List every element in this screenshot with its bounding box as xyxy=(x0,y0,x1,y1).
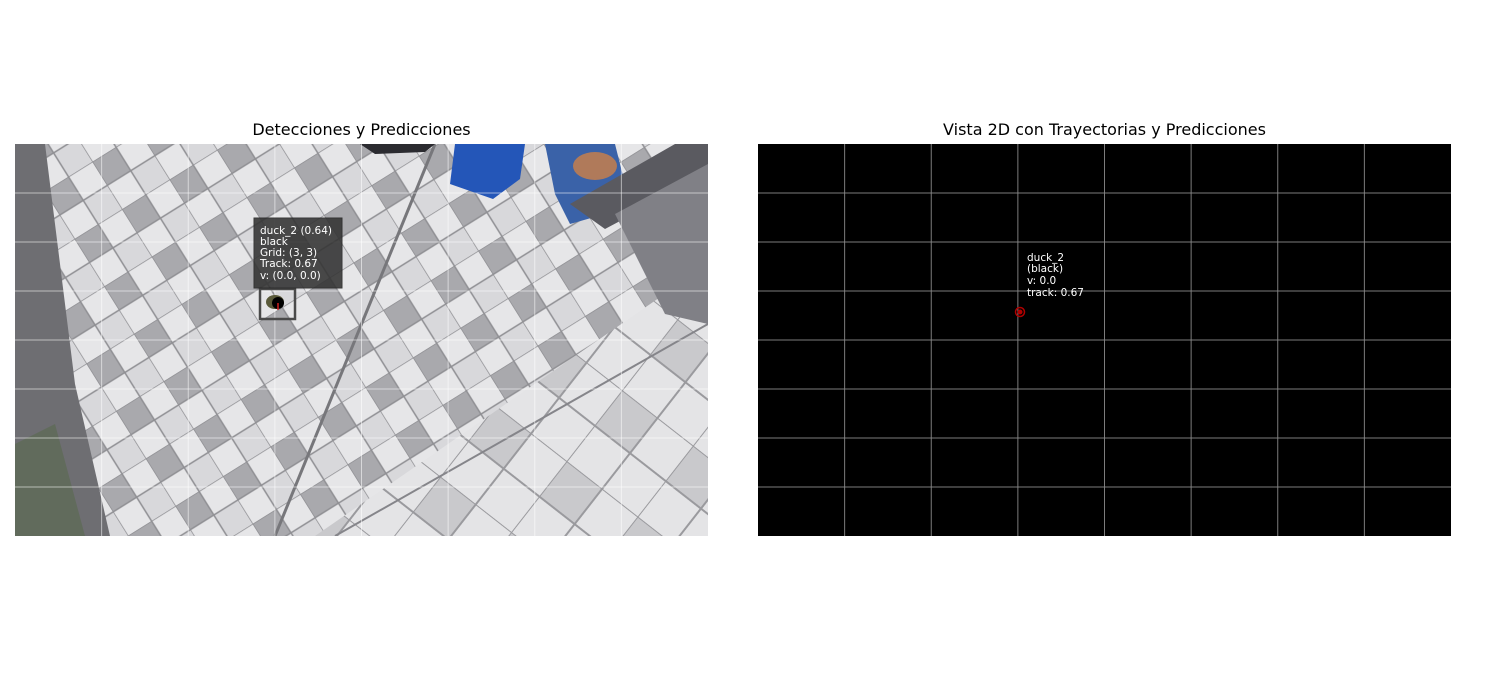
2d-view-svg: duck_2 (black) v: 0.0 track: 0.67 xyxy=(758,144,1451,536)
camera-frame-view: duck_2 (0.64) black Grid: (3, 3) Track: … xyxy=(15,144,708,536)
right-panel-title: Vista 2D con Trayectorias y Predicciones xyxy=(943,120,1266,139)
track-label-line: v: 0.0 xyxy=(1027,275,1056,287)
detection-label-line: Track: 0.67 xyxy=(259,258,318,270)
hand-shape xyxy=(573,152,617,180)
camera-frame-svg: duck_2 (0.64) black Grid: (3, 3) Track: … xyxy=(15,144,708,536)
left-panel-title: Detecciones y Predicciones xyxy=(252,120,471,139)
2d-trajectory-view: duck_2 (black) v: 0.0 track: 0.67 xyxy=(758,144,1451,536)
track-label-line: (black) xyxy=(1027,263,1063,275)
track-label-line: track: 0.67 xyxy=(1027,287,1084,299)
detection-label-line: v: (0.0, 0.0) xyxy=(260,270,321,282)
track-position-dot xyxy=(1017,309,1023,315)
